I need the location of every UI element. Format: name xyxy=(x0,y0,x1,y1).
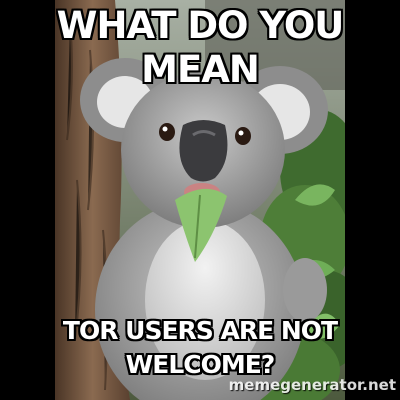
watermark: memegenerator.net xyxy=(228,376,396,394)
top-caption-line: WHAT DO YOU xyxy=(56,4,345,47)
bottom-caption-line: TOR USERS ARE NOT xyxy=(62,316,338,345)
koala-paw xyxy=(283,258,327,322)
koala-eye-right xyxy=(235,127,251,145)
top-caption-line: MEAN xyxy=(141,48,260,91)
top-caption: WHAT DO YOU MEAN xyxy=(0,4,400,92)
meme-image: WHAT DO YOU MEAN TOR USERS ARE NOT WELCO… xyxy=(0,0,400,400)
koala-eye-left xyxy=(159,123,175,141)
bottom-caption: TOR USERS ARE NOT WELCOME? xyxy=(0,314,400,382)
